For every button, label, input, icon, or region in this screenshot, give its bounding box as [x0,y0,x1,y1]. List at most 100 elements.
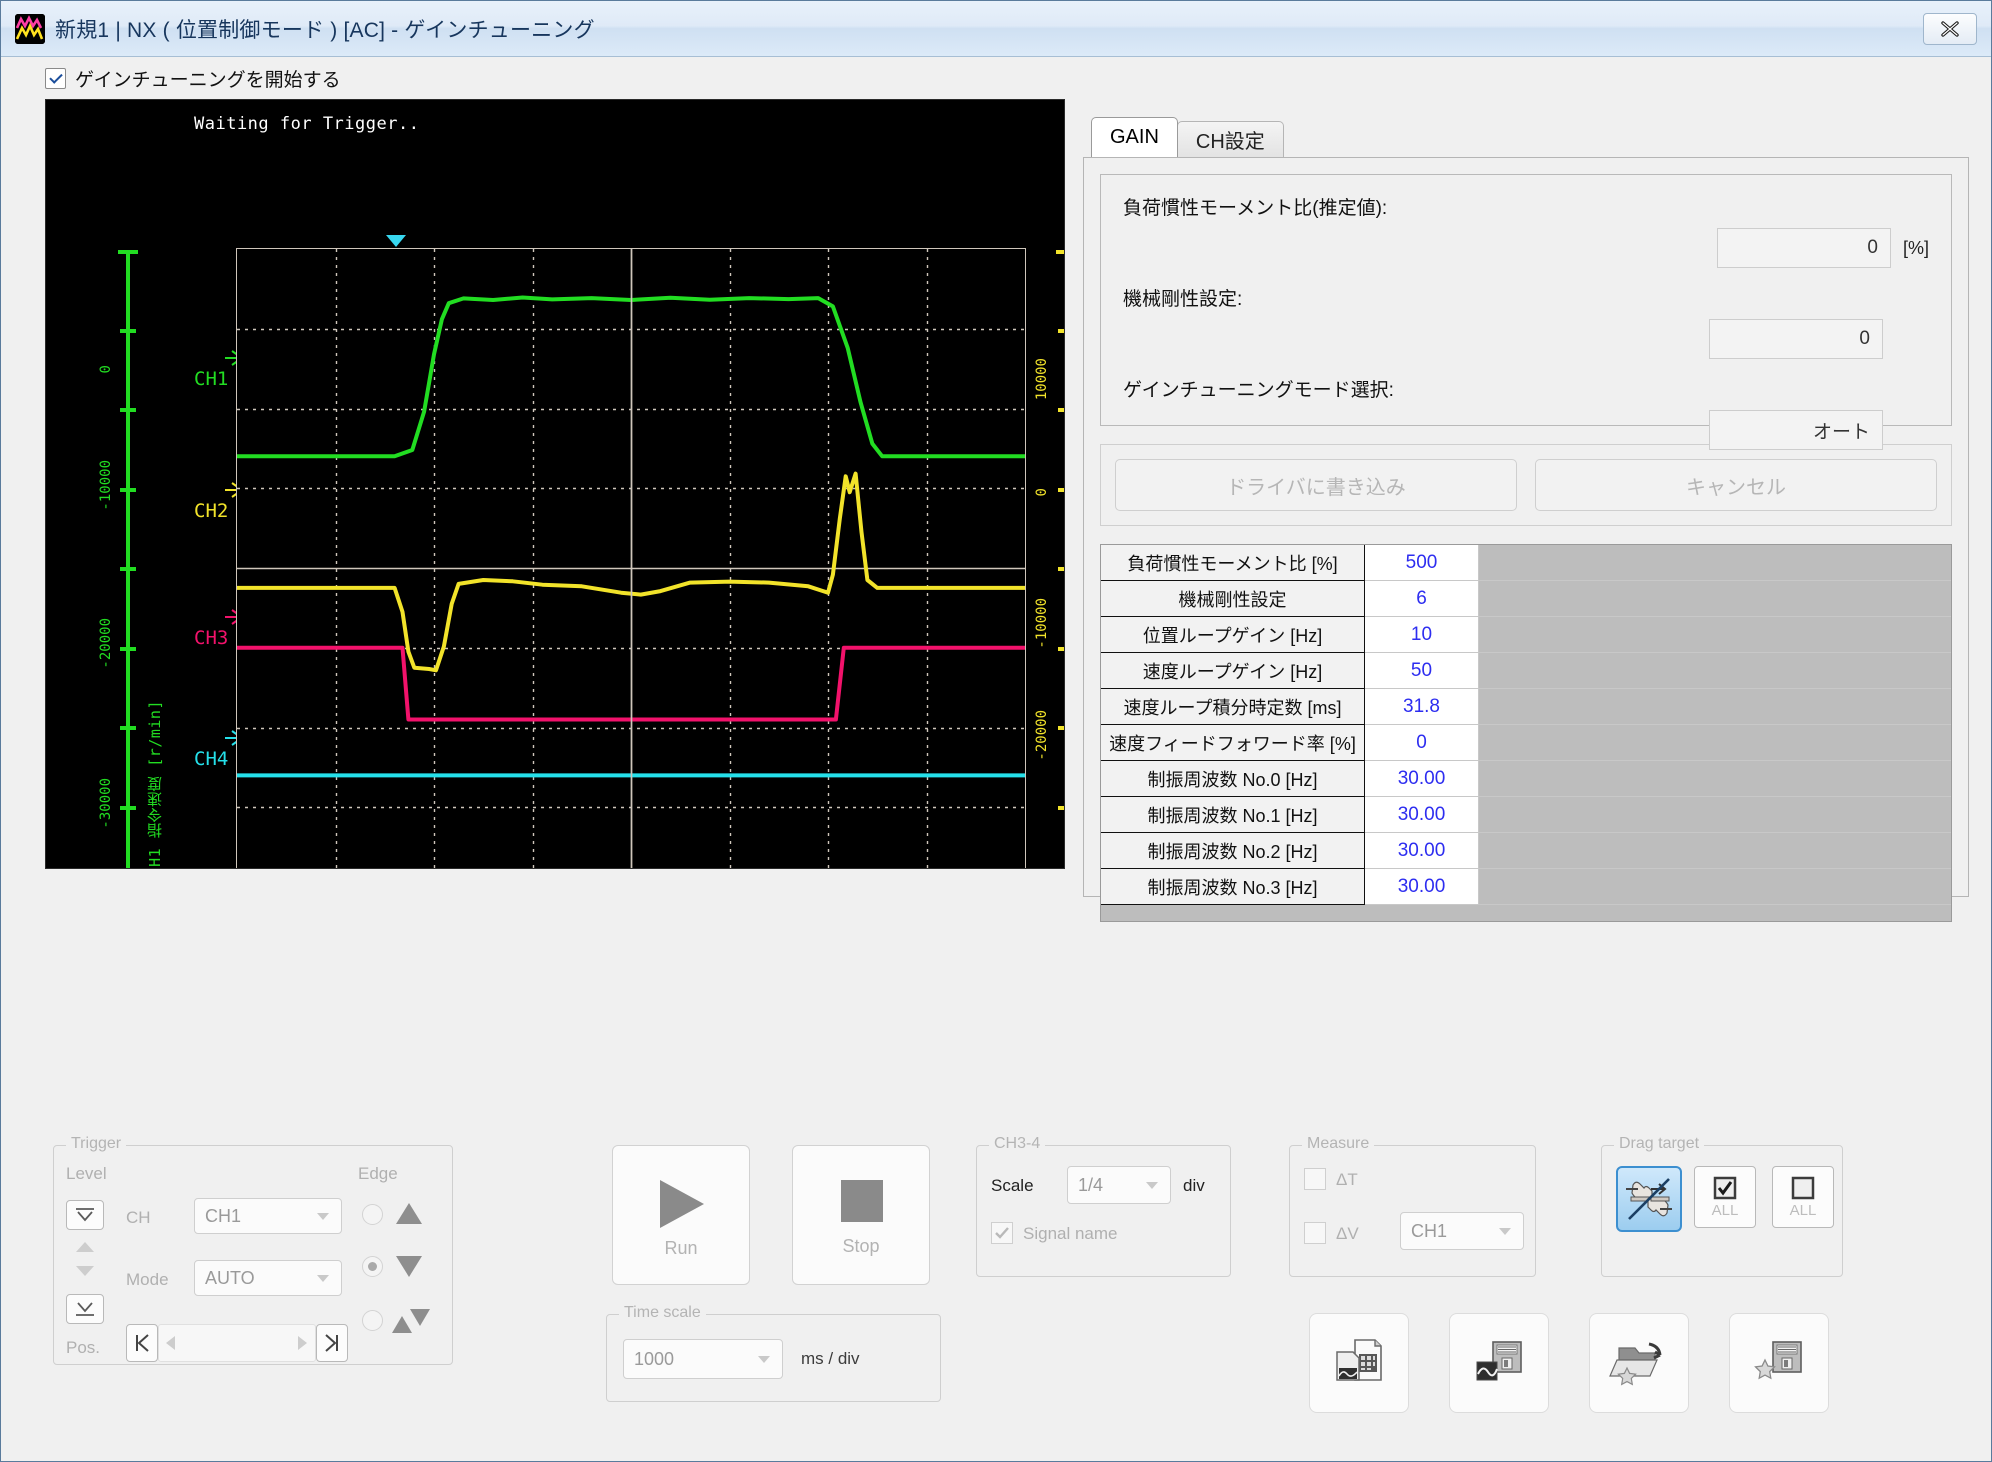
stop-square-icon [841,1179,883,1222]
start-tuning-checkbox[interactable] [45,67,66,89]
triangle-down-icon[interactable] [396,1256,422,1277]
pos-first-button[interactable] [126,1324,158,1362]
delta-t-label: ΔT [1336,1170,1358,1189]
table-row[interactable]: 負荷慣性モーメント比 [%] 500 [1101,545,1951,581]
oscilloscope-display[interactable]: Waiting for Trigger.. 0 -10000 -20000 -3… [45,99,1065,869]
table-row[interactable]: 機械剛性設定 6 [1101,581,1951,617]
ch3-marker-label[interactable]: CH3 [194,627,228,649]
drag-hands-button[interactable] [1616,1166,1682,1232]
triangle-up-icon[interactable] [396,1203,422,1224]
run-button[interactable]: Run [612,1145,750,1285]
rigidity-field[interactable]: 0 [1709,319,1883,359]
drag-all-checked-button[interactable]: ALL [1694,1166,1756,1228]
parameter-table[interactable]: 負荷慣性モーメント比 [%] 500 機械剛性設定 6 位置ループゲイン [Hz] 10 速… [1100,544,1952,922]
table-cell-value[interactable]: 6 [1365,581,1479,617]
chevron-down-icon [758,1356,770,1363]
table-row[interactable]: 制振周波数 No.2 [Hz] 30.00 [1101,833,1951,869]
bottom-controls: Trigger Level Edge CH CH1 Mode AUTO Pos.… [1,1131,1991,1461]
left-axis-title: CH1 指令速度 [r/min] [146,700,164,869]
stop-button-label: Stop [842,1235,880,1256]
level-down-icon[interactable] [76,1266,94,1276]
table-row[interactable]: 速度ループゲイン [Hz] 50 [1101,653,1951,689]
triangle-both-icon-down[interactable] [410,1309,430,1326]
left-axis-tick [120,408,136,412]
table-cell-value[interactable]: 10 [1365,617,1479,653]
left-axis-tick-label: 0 [98,365,114,374]
table-row[interactable]: 制振周波数 No.1 [Hz] 30.00 [1101,797,1951,833]
table-cell-value[interactable]: 0 [1365,725,1479,761]
rigidity-label: 機械剛性設定: [1123,289,1243,310]
time-scale-select[interactable]: 1000 [623,1339,783,1379]
window-title: 新規1 | NX ( 位置制御モード ) [AC] - ゲインチューニング [55,18,595,42]
table-cell-filler [1479,797,1951,833]
table-cell-value[interactable]: 500 [1365,545,1479,581]
signal-name-checkbox[interactable] [991,1222,1013,1244]
table-cell-value[interactable]: 50 [1365,653,1479,689]
edge-both-radio[interactable] [362,1310,383,1331]
cancel-button[interactable]: キャンセル [1535,459,1937,511]
right-axis-tick [1058,329,1064,333]
edge-falling-radio[interactable] [362,1256,383,1277]
tab-gain[interactable]: GAIN [1091,117,1178,157]
measure-ch-select[interactable]: CH1 [1400,1212,1524,1250]
open-favorite-button[interactable] [1589,1313,1689,1413]
table-cell-value[interactable]: 30.00 [1365,761,1479,797]
tuning-mode-field[interactable]: オート [1709,410,1883,450]
tab-strip: GAIN CH設定 [1083,117,1969,157]
save-waveform-button[interactable] [1449,1313,1549,1413]
right-axis-tick [1058,488,1064,492]
table-row[interactable]: 制振周波数 No.3 [Hz] 30.00 [1101,869,1951,905]
table-cell-filler [1479,689,1951,725]
ch1-marker-label[interactable]: CH1 [194,368,228,390]
drag-all-unchecked-button[interactable]: ALL [1772,1166,1834,1228]
left-axis-tick-label: -10000 [98,460,114,511]
trigger-position-marker[interactable] [386,235,406,247]
triangle-both-icon-up[interactable] [392,1316,412,1333]
right-axis-cap-top [1056,250,1064,254]
trigger-ch-select[interactable]: CH1 [194,1198,342,1234]
table-row[interactable]: 速度フィードフォワード率 [%] 0 [1101,725,1951,761]
delta-t-checkbox[interactable] [1304,1168,1326,1190]
copy-to-clipboard-button[interactable] [1309,1313,1409,1413]
table-row[interactable]: 位置ループゲイン [Hz] 10 [1101,617,1951,653]
trigger-group-legend: Trigger [66,1135,127,1153]
ch34-scale-select[interactable]: 1/4 [1067,1166,1171,1204]
delta-v-checkbox[interactable] [1304,1222,1326,1244]
table-cell-value[interactable]: 30.00 [1365,797,1479,833]
table-cell-value[interactable]: 31.8 [1365,689,1479,725]
right-axis-tick-label: 10000 [1034,358,1050,401]
gain-column: GAIN CH設定 負荷慣性モーメント比(推定値): 0 [%] 機械剛性設定:… [1083,99,1969,1115]
scope-status-text: Waiting for Trigger.. [194,114,420,134]
level-max-button[interactable] [66,1200,104,1230]
write-to-driver-button[interactable]: ドライバに書き込み [1115,459,1517,511]
ch4-marker-label[interactable]: CH4 [194,748,228,770]
ch2-marker-label[interactable]: CH2 [194,500,228,522]
level-up-icon[interactable] [76,1242,94,1252]
trigger-mode-select[interactable]: AUTO [194,1260,342,1296]
right-axis-tick [1058,567,1064,571]
plot-area[interactable] [236,248,1026,868]
left-axis-tick [120,647,136,651]
action-button-row: ドライバに書き込み キャンセル [1100,444,1952,526]
table-cell-value[interactable]: 30.00 [1365,869,1479,905]
trigger-ch-value: CH1 [205,1205,242,1226]
table-cell-name: 速度フィードフォワード率 [%] [1101,725,1365,761]
inertia-ratio-field[interactable]: 0 [1716,228,1891,268]
level-min-button[interactable] [66,1294,104,1324]
pos-scrollbar[interactable] [158,1324,316,1362]
table-cell-value[interactable]: 30.00 [1365,833,1479,869]
table-row[interactable]: 制振周波数 No.0 [Hz] 30.00 [1101,761,1951,797]
start-tuning-label: ゲインチューニングを開始する [75,69,341,91]
edge-rising-radio[interactable] [362,1204,383,1225]
pos-last-button[interactable] [316,1324,348,1362]
pos-left-arrow-icon[interactable] [166,1336,175,1350]
table-row[interactable]: 速度ループ積分時定数 [ms] 31.8 [1101,689,1951,725]
right-axis-tick-label: -10000 [1034,598,1050,649]
run-button-label: Run [664,1237,698,1258]
close-button[interactable] [1923,13,1977,45]
pos-right-arrow-icon[interactable] [298,1336,307,1350]
chevron-down-icon [317,1275,329,1282]
stop-button[interactable]: Stop [792,1145,930,1285]
save-favorite-button[interactable] [1729,1313,1829,1413]
tab-ch-settings[interactable]: CH設定 [1176,121,1284,157]
